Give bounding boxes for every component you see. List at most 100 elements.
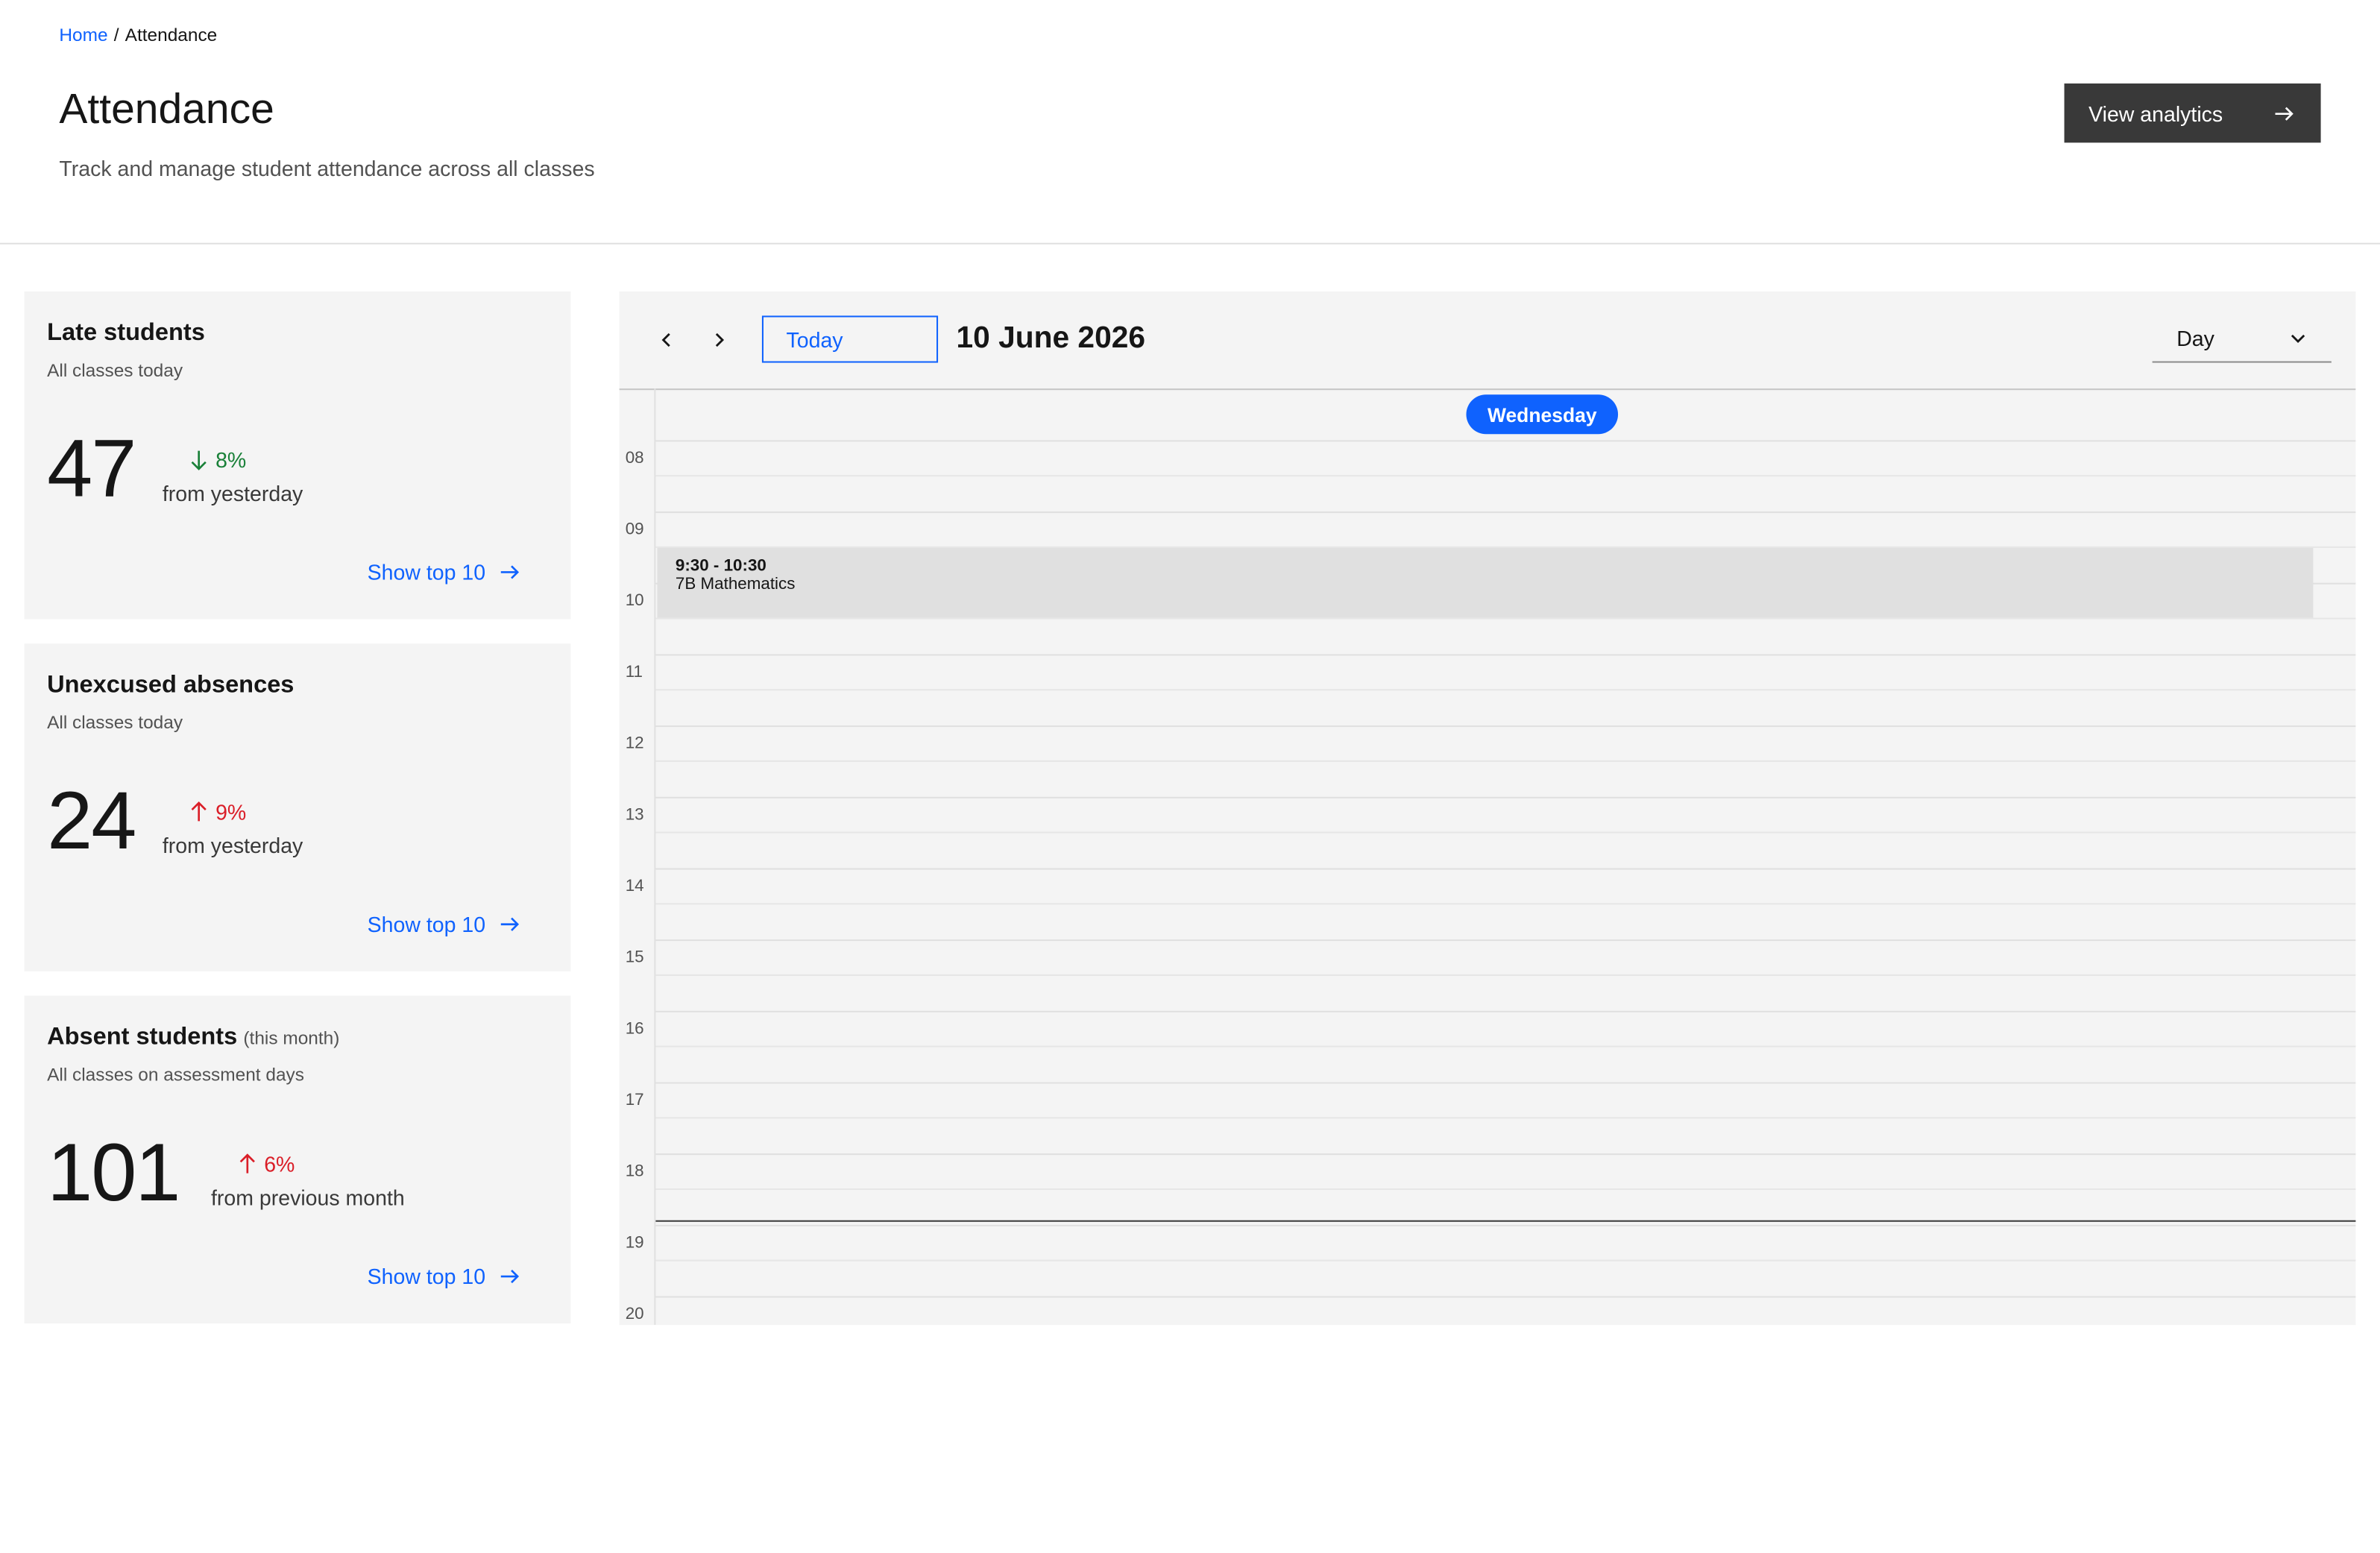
breadcrumb-current: Attendance — [125, 24, 218, 46]
unexcused-absences-card: Unexcused absences All classes today 24 … — [24, 643, 571, 971]
card-subtitle: All classes on assessment days — [47, 1064, 304, 1086]
calendar-date: 10 June 2026 — [956, 321, 1145, 356]
show-top-10-link[interactable]: Show top 10 — [368, 560, 522, 585]
half-hour-line — [655, 1188, 2356, 1190]
card-value: 47 — [47, 423, 136, 515]
attendance-page: Home / Attendance Attendance Track and m… — [0, 0, 2380, 1553]
hour-row[interactable] — [655, 939, 2356, 1012]
half-hour-line — [655, 475, 2356, 477]
next-day-button[interactable] — [701, 322, 737, 359]
hour-label: 17 — [625, 1091, 644, 1110]
card-title: Late students — [47, 321, 205, 348]
hour-label: 13 — [625, 805, 644, 825]
absent-students-card: Absent students (this month) All classes … — [24, 995, 571, 1324]
hour-label: 10 — [625, 591, 644, 611]
previous-day-button[interactable] — [648, 322, 684, 359]
trend-indicator: 8% — [188, 447, 247, 473]
event-title: 7B Mathematics — [675, 575, 796, 593]
hour-row[interactable] — [655, 654, 2356, 728]
hour-label: 09 — [625, 520, 644, 539]
card-subtitle: All classes today — [47, 359, 183, 381]
card-title-text: Absent students — [47, 1024, 238, 1050]
card-title: Absent students (this month) — [47, 1024, 339, 1052]
trend-caption: from yesterday — [162, 833, 303, 858]
hour-label: 19 — [625, 1234, 644, 1253]
half-hour-line — [655, 903, 2356, 905]
trend-caption: from yesterday — [162, 481, 303, 505]
arrow-right-icon — [500, 565, 519, 579]
hour-row[interactable] — [655, 797, 2356, 870]
hour-row[interactable] — [655, 1153, 2356, 1226]
link-label: Show top 10 — [367, 912, 486, 937]
trend-percent: 8% — [215, 447, 247, 473]
page-header: Home / Attendance Attendance Track and m… — [0, 0, 2380, 245]
hour-label: 18 — [625, 1162, 644, 1181]
late-students-card: Late students All classes today 47 8% fr… — [24, 291, 571, 620]
trend-percent: 9% — [215, 799, 247, 825]
today-button[interactable]: Today — [761, 315, 939, 363]
hour-label: 16 — [625, 1019, 644, 1039]
view-select[interactable]: Day — [2152, 315, 2332, 363]
hour-label: 12 — [625, 734, 644, 753]
half-hour-line — [655, 1045, 2356, 1048]
hour-label: 08 — [625, 449, 644, 467]
chevron-left-icon — [661, 333, 670, 347]
page-title: Attendance — [59, 84, 274, 133]
half-hour-line — [655, 760, 2356, 762]
chevron-right-icon — [715, 333, 725, 347]
card-value: 24 — [47, 775, 136, 867]
breadcrumb-separator: / — [113, 24, 119, 46]
view-analytics-label: View analytics — [2088, 101, 2223, 125]
view-select-value: Day — [2176, 326, 2214, 351]
calendar-toolbar: Today 10 June 2026 Day — [619, 292, 2356, 391]
show-top-10-link[interactable]: Show top 10 — [367, 1264, 522, 1289]
arrow-down-icon — [191, 450, 207, 470]
half-hour-line — [655, 831, 2356, 834]
half-hour-line — [655, 1259, 2356, 1261]
trend-indicator: 9% — [188, 799, 247, 825]
half-hour-line — [655, 617, 2356, 620]
card-title-text: Late students — [47, 320, 205, 347]
trend-percent: 6% — [264, 1152, 295, 1176]
day-calendar: Today 10 June 2026 Day Wednesday 08 09 10 1… — [619, 291, 2356, 1326]
arrow-up-icon — [239, 1153, 255, 1174]
breadcrumb: Home / Attendance — [59, 25, 217, 45]
half-hour-line — [655, 689, 2356, 691]
event-time: 9:30 - 10:30 — [675, 557, 766, 576]
arrow-up-icon — [191, 801, 207, 822]
link-label: Show top 10 — [367, 560, 486, 585]
hour-row[interactable] — [655, 1225, 2356, 1298]
hour-row[interactable] — [655, 868, 2356, 942]
calendar-event[interactable]: 9:30 - 10:30 7B Mathematics — [657, 547, 2314, 618]
hour-label: 11 — [625, 663, 643, 682]
hour-row[interactable] — [655, 1011, 2356, 1084]
card-title-text: Unexcused absences — [47, 672, 295, 699]
arrow-right-icon — [500, 1269, 519, 1284]
trend-caption: from previous month — [210, 1185, 405, 1210]
half-hour-line — [655, 974, 2356, 976]
card-title-note: (this month) — [243, 1027, 340, 1049]
current-time-line — [655, 1220, 2356, 1222]
arrow-right-icon — [500, 917, 519, 931]
half-hour-line — [655, 1117, 2356, 1119]
arrow-right-icon — [2275, 106, 2294, 120]
hour-row[interactable] — [655, 1296, 2355, 1325]
view-analytics-button[interactable]: View analytics — [2064, 83, 2321, 143]
card-value: 101 — [47, 1127, 180, 1219]
hour-row[interactable] — [655, 725, 2356, 798]
show-top-10-link[interactable]: Show top 10 — [368, 912, 522, 936]
card-subtitle: All classes today — [47, 711, 183, 734]
hour-label: 15 — [625, 948, 644, 967]
page-subtitle: Track and manage student attendance acro… — [59, 156, 595, 181]
hour-row[interactable] — [655, 1082, 2356, 1156]
day-header: Wednesday — [655, 388, 2356, 442]
trend-indicator: 6% — [237, 1152, 295, 1176]
card-title: Unexcused absences — [47, 672, 294, 700]
breadcrumb-home-link[interactable]: Home — [59, 25, 107, 45]
chevron-down-icon — [2291, 334, 2305, 344]
link-label: Show top 10 — [367, 1264, 486, 1289]
weekday-badge: Wednesday — [1466, 394, 1619, 435]
hour-label: 14 — [625, 877, 644, 896]
hour-label: 20 — [625, 1305, 644, 1324]
hour-row[interactable] — [655, 440, 2356, 514]
